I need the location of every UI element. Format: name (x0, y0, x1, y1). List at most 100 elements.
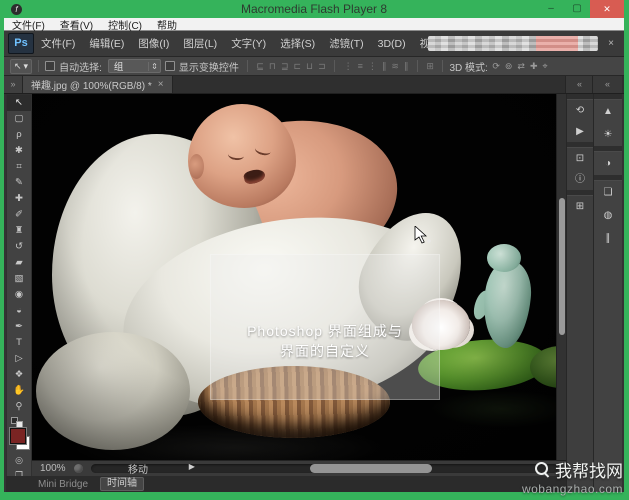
quick-select-tool[interactable]: ✱ (7, 143, 31, 159)
3d-scale-icon[interactable]: ⌖ (543, 61, 548, 72)
vertical-scrollbar[interactable] (556, 94, 566, 460)
history-panel-icon[interactable]: ⟲ (567, 100, 593, 121)
align-center-h-icon[interactable]: ⊓ (269, 61, 276, 72)
quick-mask-button[interactable]: ◎ (7, 453, 31, 468)
timeline-panel-icon[interactable]: ∥ (594, 227, 622, 250)
eraser-tool[interactable]: ▰ (7, 255, 31, 271)
divider (442, 60, 444, 72)
flash-menu-help[interactable]: 帮助 (157, 17, 177, 32)
minimize-button[interactable]: – (538, 0, 564, 18)
3d-pan-icon[interactable]: ⇄ (517, 61, 525, 72)
distribute-left-icon[interactable]: ∥ (382, 61, 387, 72)
censor-close-icon[interactable]: × (608, 36, 614, 51)
auto-select-dropdown[interactable]: 组 ⇕ (107, 59, 161, 73)
auto-align-icon[interactable]: ⊞ (426, 61, 434, 72)
clone-source-panel-icon[interactable]: ⊡ (567, 148, 593, 169)
flash-menu-control[interactable]: 控制(C) (108, 17, 142, 32)
title-bar[interactable]: f Macromedia Flash Player 8 – ▢ ✕ (4, 0, 624, 18)
color-swatches (7, 427, 31, 453)
ps-menu-3d[interactable]: 3D(D) (371, 38, 413, 50)
blur-tool[interactable]: ◉ (7, 287, 31, 303)
workspace: ↖ ▢ ρ ✱ ⌗ ✎ ✚ ✐ ♜ ↺ ▰ ▧ ◉ ◒ ✒ T ▷ ❖ ✋ ⚲ … (4, 94, 624, 492)
dock-a-collapse-icon[interactable]: « (565, 76, 593, 93)
ps-menu-filter[interactable]: 滤镜(T) (322, 36, 370, 51)
flash-menu-bar: 文件(F) 查看(V) 控制(C) 帮助 (4, 17, 624, 32)
align-middle-icon[interactable]: ⊔ (306, 61, 313, 72)
pen-tool[interactable]: ✒ (7, 319, 31, 335)
default-swatches-icon[interactable] (7, 415, 31, 428)
magnifier-icon (535, 462, 550, 478)
move-tool[interactable]: ↖ (7, 95, 31, 111)
ps-logo: Ps (8, 33, 34, 54)
zoom-tool[interactable]: ⚲ (7, 399, 31, 415)
play-icon[interactable]: ▶ (189, 462, 195, 471)
ps-menu-layer[interactable]: 图层(L) (176, 36, 224, 51)
fill-panel-icon[interactable]: ◑ (594, 152, 622, 175)
distribute-center-icon[interactable]: ≋ (391, 61, 399, 72)
distribute-right-icon[interactable]: ∥ (404, 61, 409, 72)
align-right-icon[interactable]: ⊒ (281, 61, 289, 72)
history-brush-tool[interactable]: ↺ (7, 239, 31, 255)
3d-roll-icon[interactable]: ⊚ (505, 61, 513, 72)
path-select-tool[interactable]: ▷ (7, 351, 31, 367)
chevron-down-icon: ▾ (23, 60, 29, 71)
align-top-icon[interactable]: ⊏ (293, 61, 301, 72)
foreground-color-swatch[interactable] (9, 427, 27, 445)
maximize-button[interactable]: ▢ (564, 0, 590, 18)
current-tool-chip[interactable]: ↖ ▾ (10, 58, 33, 74)
horizontal-scrollbar-thumb[interactable] (310, 464, 432, 473)
eyedropper-tool[interactable]: ✎ (7, 175, 31, 191)
align-left-icon[interactable]: ⊑ (256, 61, 264, 72)
window-title: Macromedia Flash Player 8 (240, 2, 388, 16)
caption-overlay: Photoshop 界面组成与 界面的自定义 (210, 254, 440, 400)
zoom-level[interactable]: 100% (40, 463, 66, 474)
document-tab[interactable]: 禅趣.jpg @ 100%(RGB/8) * × (23, 76, 173, 93)
horizontal-scrollbar[interactable]: 移动 ▶ (90, 462, 558, 476)
histogram-panel-icon[interactable]: ▲ (594, 100, 622, 123)
shape-tool[interactable]: ❖ (7, 367, 31, 383)
flash-player-window: f Macromedia Flash Player 8 – ▢ ✕ 文件(F) … (4, 0, 624, 492)
dodge-tool[interactable]: ◒ (7, 303, 31, 319)
auto-select-checkbox[interactable] (45, 61, 56, 71)
close-button[interactable]: ✕ (590, 0, 624, 18)
ps-menu-type[interactable]: 文字(Y) (224, 36, 273, 51)
flash-menu-view[interactable]: 查看(V) (60, 17, 93, 32)
vertical-scrollbar-thumb[interactable] (559, 198, 565, 335)
toolbar-collapse-icon[interactable]: » (4, 76, 23, 93)
tab-mini-bridge[interactable]: Mini Bridge (38, 479, 88, 490)
actions-panel-icon[interactable]: ▶ (567, 121, 593, 142)
show-transform-checkbox[interactable] (164, 61, 175, 71)
distribute-top-icon[interactable]: ⋮ (344, 61, 353, 72)
dock-b-collapse-icon[interactable]: « (592, 76, 622, 93)
flash-menu-file[interactable]: 文件(F) (12, 17, 45, 32)
ps-menu-image[interactable]: 图像(I) (131, 36, 176, 51)
hand-tool[interactable]: ✋ (7, 383, 31, 399)
distribute-middle-icon[interactable]: ≡ (358, 61, 363, 71)
3d-rotate-icon[interactable]: ⟳ (492, 61, 500, 72)
info-panel-icon[interactable]: ⓘ (567, 169, 593, 190)
document-tab-close-icon[interactable]: × (158, 79, 164, 90)
adjustments-panel-icon[interactable]: ☀ (594, 123, 622, 146)
bottom-panel-tabs: Mini Bridge 时间轴 (6, 476, 566, 492)
status-bar: 100% 移动 ▶ (32, 460, 566, 476)
spinner-icon[interactable]: ⇕ (148, 61, 160, 71)
ps-menu-select[interactable]: 选择(S) (273, 36, 322, 51)
healing-brush-tool[interactable]: ✚ (7, 191, 31, 207)
clone-stamp-tool[interactable]: ♜ (7, 223, 31, 239)
layers-panel-icon[interactable]: ❏ (594, 181, 622, 204)
document-canvas[interactable]: Photoshop 界面组成与 界面的自定义 (32, 94, 556, 460)
ps-menu-edit[interactable]: 编辑(E) (82, 36, 131, 51)
brush-tool[interactable]: ✐ (7, 207, 31, 223)
measurement-log-panel-icon[interactable]: ⊞ (567, 196, 593, 217)
distribute-bottom-icon[interactable]: ⋮ (368, 61, 377, 72)
lasso-tool[interactable]: ρ (7, 127, 31, 143)
3d-panel-icon[interactable]: ◍ (594, 204, 622, 227)
align-bottom-icon[interactable]: ⊐ (318, 61, 326, 72)
3d-slide-icon[interactable]: ✚ (530, 61, 538, 72)
ps-menu-file[interactable]: 文件(F) (34, 36, 82, 51)
marquee-tool[interactable]: ▢ (7, 111, 31, 127)
tab-timeline[interactable]: 时间轴 (100, 477, 145, 491)
type-tool[interactable]: T (7, 335, 31, 351)
crop-tool[interactable]: ⌗ (7, 159, 31, 175)
gradient-tool[interactable]: ▧ (7, 271, 31, 287)
